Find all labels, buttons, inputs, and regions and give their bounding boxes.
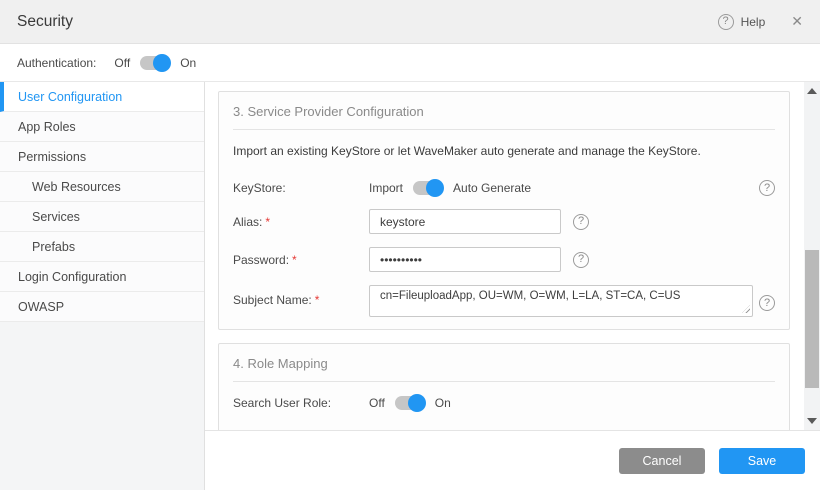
- search-user-role-label: Search User Role:: [233, 396, 369, 410]
- search-user-role-row: Search User Role: Off On: [233, 396, 775, 410]
- subject-name-help-icon[interactable]: ?: [759, 295, 775, 311]
- authentication-on-label: On: [180, 56, 196, 70]
- close-icon[interactable]: ✕: [791, 13, 803, 30]
- authentication-off-label: Off: [114, 56, 130, 70]
- sidebar-item-user-configuration[interactable]: User Configuration: [0, 82, 204, 112]
- scrollbar[interactable]: [804, 82, 820, 430]
- search-user-role-on-label: On: [435, 396, 451, 410]
- toggle-knob: [408, 394, 426, 412]
- scroll-down-arrow-icon[interactable]: [807, 418, 817, 424]
- required-asterisk: *: [265, 215, 270, 229]
- search-user-role-toggle[interactable]: [395, 396, 425, 410]
- authentication-row: Authentication: Off On: [0, 44, 820, 82]
- subject-name-row: Subject Name:* cn=FileuploadApp, OU=WM, …: [233, 285, 775, 317]
- sidebar-item-label: Services: [32, 210, 80, 224]
- help-label[interactable]: Help: [741, 15, 766, 29]
- authentication-label: Authentication:: [17, 56, 96, 70]
- password-label: Password:*: [233, 253, 369, 267]
- save-button[interactable]: Save: [719, 448, 805, 474]
- dialog-body: User Configuration App Roles Permissions…: [0, 82, 820, 490]
- divider: [233, 129, 775, 130]
- main-content: 3. Service Provider Configuration Import…: [205, 82, 820, 490]
- keystore-help-icon[interactable]: ?: [759, 180, 775, 196]
- search-user-role-off-label: Off: [369, 396, 385, 410]
- subject-name-controls: cn=FileuploadApp, OU=WM, O=WM, L=LA, ST=…: [369, 285, 775, 317]
- sidebar-item-prefabs[interactable]: Prefabs: [0, 232, 204, 262]
- section-title: 4. Role Mapping: [233, 356, 775, 371]
- sidebar-item-label: Prefabs: [32, 240, 75, 254]
- alias-label-text: Alias:: [233, 215, 262, 229]
- subject-name-label: Subject Name:*: [233, 293, 369, 307]
- sidebar-item-app-roles[interactable]: App Roles: [0, 112, 204, 142]
- scroll-up-arrow-icon[interactable]: [807, 88, 817, 94]
- toggle-knob: [426, 179, 444, 197]
- sidebar-item-label: Login Configuration: [18, 270, 126, 284]
- keystore-auto-generate-label: Auto Generate: [453, 181, 531, 195]
- service-provider-configuration-card: 3. Service Provider Configuration Import…: [218, 91, 790, 330]
- search-user-role-controls: Off On: [369, 396, 775, 410]
- keystore-toggle[interactable]: [413, 181, 443, 195]
- sidebar-item-label: Web Resources: [32, 180, 121, 194]
- subject-name-textarea[interactable]: cn=FileuploadApp, OU=WM, O=WM, L=LA, ST=…: [369, 285, 753, 317]
- subject-name-textarea-wrap: cn=FileuploadApp, OU=WM, O=WM, L=LA, ST=…: [369, 285, 753, 317]
- authentication-toggle[interactable]: [140, 56, 170, 70]
- security-dialog: Security ? Help ✕ Authentication: Off On…: [0, 0, 820, 490]
- sidebar-filler: [0, 322, 204, 490]
- divider: [233, 381, 775, 382]
- dialog-footer: Cancel Save: [205, 430, 820, 490]
- alias-input[interactable]: [369, 209, 561, 234]
- subject-name-label-text: Subject Name:: [233, 293, 312, 307]
- page-title: Security: [17, 13, 73, 31]
- password-help-icon[interactable]: ?: [573, 252, 589, 268]
- sidebar-item-login-configuration[interactable]: Login Configuration: [0, 262, 204, 292]
- password-label-text: Password:: [233, 253, 289, 267]
- sidebar-item-services[interactable]: Services: [0, 202, 204, 232]
- sidebar-item-label: App Roles: [18, 120, 76, 134]
- alias-label: Alias:*: [233, 215, 369, 229]
- sidebar: User Configuration App Roles Permissions…: [0, 82, 205, 490]
- toggle-knob: [153, 54, 171, 72]
- scrollbar-thumb[interactable]: [805, 250, 819, 388]
- password-row: Password:* ?: [233, 247, 775, 272]
- header-actions: ? Help ✕: [718, 13, 803, 30]
- sidebar-item-owasp[interactable]: OWASP: [0, 292, 204, 322]
- alias-controls: ?: [369, 209, 775, 234]
- scrollable-content: 3. Service Provider Configuration Import…: [205, 82, 820, 430]
- keystore-row: KeyStore: Import Auto Generate ?: [233, 180, 775, 196]
- dialog-header: Security ? Help ✕: [0, 0, 820, 44]
- sidebar-item-label: Permissions: [18, 150, 86, 164]
- keystore-import-label: Import: [369, 181, 403, 195]
- sidebar-item-label: User Configuration: [18, 90, 122, 104]
- keystore-controls: Import Auto Generate ?: [369, 180, 775, 196]
- role-mapping-card: 4. Role Mapping Search User Role: Off On: [218, 343, 790, 430]
- keystore-label: KeyStore:: [233, 181, 369, 195]
- alias-help-icon[interactable]: ?: [573, 214, 589, 230]
- section-title: 3. Service Provider Configuration: [233, 104, 775, 119]
- keystore-description: Import an existing KeyStore or let WaveM…: [233, 144, 775, 158]
- sidebar-item-label: OWASP: [18, 300, 64, 314]
- sidebar-item-permissions[interactable]: Permissions: [0, 142, 204, 172]
- alias-row: Alias:* ?: [233, 209, 775, 234]
- password-input[interactable]: [369, 247, 561, 272]
- help-icon[interactable]: ?: [718, 14, 734, 30]
- password-controls: ?: [369, 247, 775, 272]
- cancel-button[interactable]: Cancel: [619, 448, 705, 474]
- required-asterisk: *: [292, 253, 297, 267]
- required-asterisk: *: [315, 293, 320, 307]
- sidebar-item-web-resources[interactable]: Web Resources: [0, 172, 204, 202]
